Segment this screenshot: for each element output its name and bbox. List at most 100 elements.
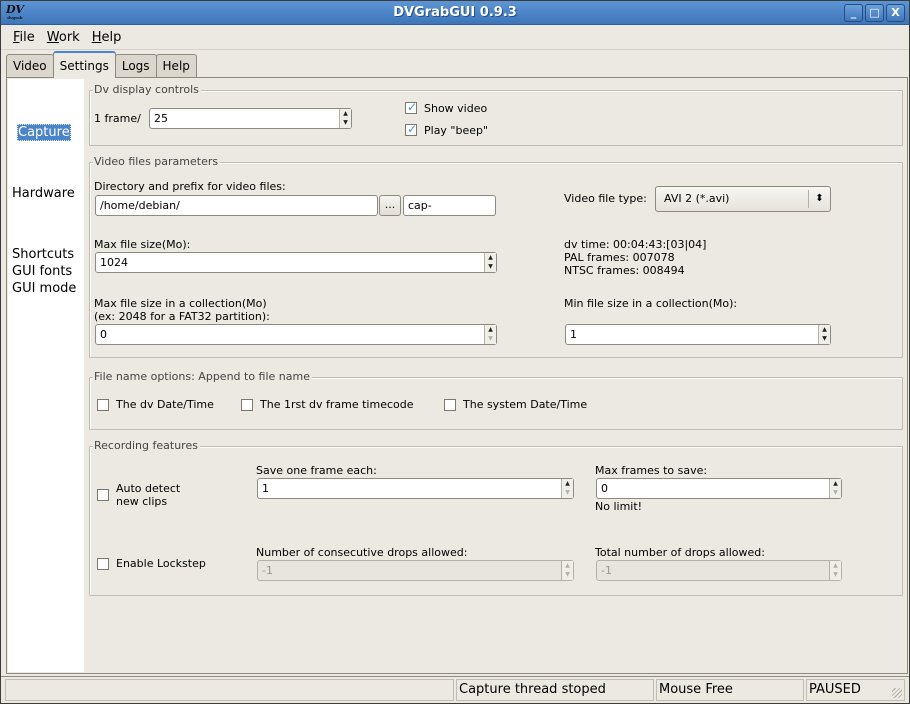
total-drops-spin-arrows[interactable]: ▲ ▼ [829, 561, 841, 580]
save-one-frame-label: Save one frame each: [256, 464, 377, 477]
close-button[interactable]: X [886, 4, 905, 22]
consecutive-drops-spin-arrows[interactable]: ▲ ▼ [561, 561, 573, 580]
tab-settings[interactable]: Settings [52, 51, 116, 78]
recording-features-group: Recording features Auto detect new clips… [89, 439, 903, 596]
total-drops-label: Total number of drops allowed: [595, 546, 765, 559]
status-message [5, 679, 454, 701]
browse-directory-button[interactable]: ... [379, 195, 401, 216]
status-bar: Capture thread stoped Mouse Free PAUSED [1, 676, 909, 703]
max-collection-size-value: 0 [100, 328, 107, 341]
resize-grip-icon[interactable] [892, 688, 902, 698]
auto-detect-clips-label-line2: new clips [116, 495, 168, 508]
max-collection-size-spinbox[interactable]: 0 ▲ ▼ [95, 324, 497, 345]
tab-logs[interactable]: Logs [114, 54, 157, 78]
capture-state: PAUSED [806, 679, 905, 701]
menu-help-label: elp [101, 30, 122, 45]
capture-thread-status: Capture thread stoped [456, 679, 654, 701]
total-drops-value: -1 [601, 564, 612, 577]
save-one-frame-spin-arrows[interactable]: ▲ ▼ [561, 479, 573, 498]
video-files-legend: Video files parameters [93, 155, 221, 169]
total-drops-spinbox[interactable]: -1 ▲ ▼ [596, 560, 842, 581]
max-frames-spin-arrows[interactable]: ▲ ▼ [829, 479, 841, 498]
sidebar-item-capture[interactable]: Capture [17, 124, 71, 141]
menu-file-label: ile [19, 30, 35, 45]
min-collection-size-label: Min file size in a collection(Mo): [564, 297, 738, 310]
max-frames-note: No limit! [595, 500, 643, 513]
first-frame-timecode-checkbox[interactable] [241, 399, 253, 411]
video-file-type-select[interactable]: AVI 2 (*.avi) ⬍ [655, 186, 831, 212]
minimize-button[interactable]: _ [844, 4, 863, 22]
mouse-status: Mouse Free [656, 679, 804, 701]
first-frame-timecode-label: The 1rst dv frame timecode [260, 398, 414, 411]
tab-bar: Video Settings Logs Help [6, 51, 197, 78]
max-collection-size-spin-arrows[interactable]: ▲ ▼ [484, 325, 496, 344]
main-window: DV dvgrab DVGrabGUI 0.9.3 _ □ X File Work… [0, 0, 910, 704]
maximize-button[interactable]: □ [865, 4, 884, 22]
tab-help[interactable]: Help [155, 54, 197, 78]
max-frames-label: Max frames to save: [595, 464, 708, 477]
max-file-size-spin-arrows[interactable]: ▲ ▼ [484, 253, 496, 272]
directory-label: Directory and prefix for video files: [94, 180, 286, 193]
directory-input[interactable]: /home/debian/ [95, 195, 378, 216]
dv-time-readout: dv time: 00:04:43:[03|04] [564, 238, 707, 251]
max-file-size-value: 1024 [100, 256, 128, 269]
settings-category-list: Capture Hardware Shortcuts GUI fonts GUI… [8, 79, 84, 672]
ntsc-frames-readout: NTSC frames: 008494 [564, 264, 685, 277]
consecutive-drops-spinbox[interactable]: -1 ▲ ▼ [257, 560, 574, 581]
max-frames-value: 0 [601, 482, 608, 495]
dv-display-legend: Dv display controls [93, 83, 201, 97]
max-file-size-spinbox[interactable]: 1024 ▲ ▼ [95, 252, 497, 273]
consecutive-drops-value: -1 [262, 564, 273, 577]
menu-work-label: ork [58, 30, 80, 45]
frame-rate-spinbox[interactable]: 25 ▲ ▼ [149, 108, 352, 129]
max-collection-size-hint: (ex: 2048 for a FAT32 partition): [94, 310, 270, 323]
sidebar-item-gui-fonts[interactable]: GUI fonts [12, 263, 72, 280]
video-files-group: Video files parameters Directory and pre… [89, 155, 903, 358]
max-file-size-label: Max file size(Mo): [94, 238, 191, 251]
recording-features-legend: Recording features [93, 439, 200, 453]
title-bar[interactable]: DV dvgrab DVGrabGUI 0.9.3 _ □ X [1, 1, 909, 25]
file-name-options-legend: File name options: Append to file name [93, 370, 313, 384]
auto-detect-clips-label-line1: Auto detect [116, 482, 181, 495]
save-one-frame-spinbox[interactable]: 1 ▲ ▼ [257, 478, 574, 499]
sidebar-item-hardware[interactable]: Hardware [12, 185, 75, 202]
menu-work-mnemonic: W [46, 30, 59, 45]
settings-panel: Capture Hardware Shortcuts GUI fonts GUI… [6, 77, 908, 674]
min-collection-size-spinbox[interactable]: 1 ▲ ▼ [565, 324, 831, 345]
enable-lockstep-label: Enable Lockstep [116, 557, 206, 570]
frame-rate-spin-arrows[interactable]: ▲ ▼ [339, 109, 351, 128]
max-frames-spinbox[interactable]: 0 ▲ ▼ [596, 478, 842, 499]
menu-work[interactable]: Work [41, 30, 86, 45]
file-prefix-input[interactable]: cap- [403, 195, 496, 216]
file-name-options-group: File name options: Append to file name T… [89, 370, 903, 430]
max-collection-size-label: Max file size in a collection(Mo) [94, 297, 267, 310]
min-collection-size-value: 1 [570, 328, 577, 341]
pal-frames-readout: PAL frames: 007078 [564, 251, 675, 264]
frame-rate-value: 25 [154, 112, 168, 125]
enable-lockstep-checkbox[interactable] [97, 558, 109, 570]
show-video-label: Show video [424, 102, 488, 115]
dv-datetime-label: The dv Date/Time [116, 398, 214, 411]
dv-display-group: Dv display controls 1 frame/ 25 ▲▼ Show … [89, 83, 903, 146]
consecutive-drops-label: Number of consecutive drops allowed: [256, 546, 468, 559]
menu-help[interactable]: Help [86, 30, 128, 45]
tab-video[interactable]: Video [6, 54, 54, 78]
frame-rate-label: 1 frame/ [94, 112, 141, 125]
play-beep-checkbox[interactable] [405, 122, 417, 136]
play-beep-label: Play "beep" [424, 124, 489, 137]
sidebar-item-gui-mode[interactable]: GUI mode [12, 280, 76, 297]
updown-arrows-icon: ⬍ [808, 190, 830, 208]
min-collection-size-spin-arrows[interactable]: ▲ ▼ [818, 325, 830, 344]
menu-file[interactable]: File [7, 30, 41, 45]
sidebar-item-shortcuts[interactable]: Shortcuts [12, 246, 74, 263]
video-file-type-label: Video file type: [564, 192, 647, 205]
system-datetime-label: The system Date/Time [463, 398, 588, 411]
window-title: DVGrabGUI 0.9.3 [393, 5, 517, 20]
capture-state-label: PAUSED [809, 682, 861, 697]
system-datetime-checkbox[interactable] [444, 399, 456, 411]
show-video-checkbox[interactable] [405, 100, 417, 114]
auto-detect-clips-checkbox[interactable] [97, 489, 109, 501]
dv-datetime-checkbox[interactable] [97, 399, 109, 411]
video-file-type-value: AVI 2 (*.avi) [664, 192, 730, 205]
menu-bar: File Work Help [1, 26, 909, 50]
